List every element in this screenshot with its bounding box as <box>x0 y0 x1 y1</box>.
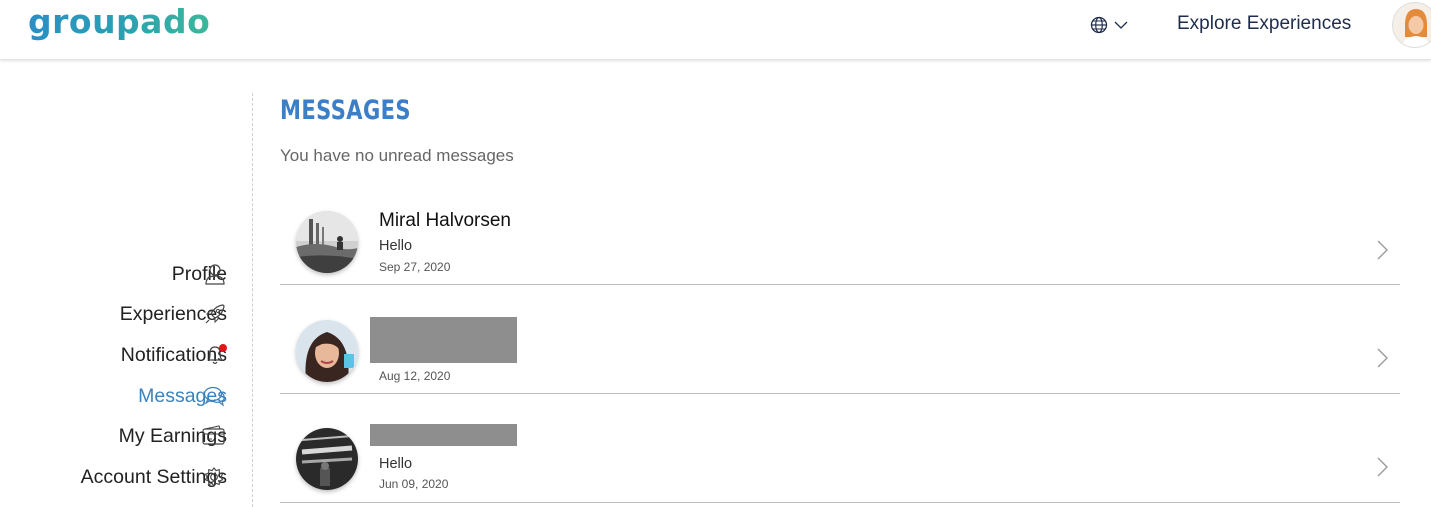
explore-experiences-link[interactable]: Explore Experiences <box>1177 13 1351 35</box>
language-selector[interactable] <box>1089 14 1131 36</box>
chevron-right-icon <box>1377 457 1388 477</box>
unread-status: You have no unread messages <box>280 146 514 165</box>
user-avatar[interactable] <box>1392 2 1431 48</box>
logo[interactable]: groupado <box>28 2 210 41</box>
bell-icon <box>208 344 227 365</box>
chevron-down-icon <box>1114 21 1128 29</box>
conversation-avatar <box>296 320 358 382</box>
redacted-name <box>370 317 517 363</box>
conversation-date: Jun 09, 2020 <box>379 477 449 491</box>
conversation-avatar <box>296 211 358 273</box>
conversation-date: Aug 12, 2020 <box>379 369 451 383</box>
user-avatar-image <box>1393 3 1431 47</box>
wallet-icon <box>202 425 225 445</box>
conversation-avatar <box>296 428 358 490</box>
conversation-item[interactable]: Hello Jun 09, 2020 <box>280 395 1400 503</box>
conversation-date: Sep 27, 2020 <box>379 260 451 274</box>
redacted-name <box>370 424 517 446</box>
chevron-right-icon <box>1377 348 1388 368</box>
user-icon <box>205 264 225 285</box>
conversation-name: Miral Halvorsen <box>379 210 511 231</box>
conversation-preview: Hello <box>379 456 413 472</box>
top-header: groupado Explore Experiences <box>0 0 1431 60</box>
gear-icon <box>204 467 224 487</box>
globe-icon <box>1090 16 1108 34</box>
sidebar-divider <box>252 93 253 507</box>
conversation-preview: Hello <box>379 238 413 254</box>
conversation-item[interactable]: Aug 12, 2020 <box>280 286 1400 394</box>
chat-icon <box>203 386 225 407</box>
notification-badge <box>219 344 227 352</box>
conversation-item[interactable]: Miral Halvorsen Hello Sep 27, 2020 <box>280 177 1400 285</box>
rocket-icon <box>205 304 225 324</box>
page-title: MESSAGES <box>280 95 412 126</box>
chevron-right-icon <box>1377 240 1388 260</box>
